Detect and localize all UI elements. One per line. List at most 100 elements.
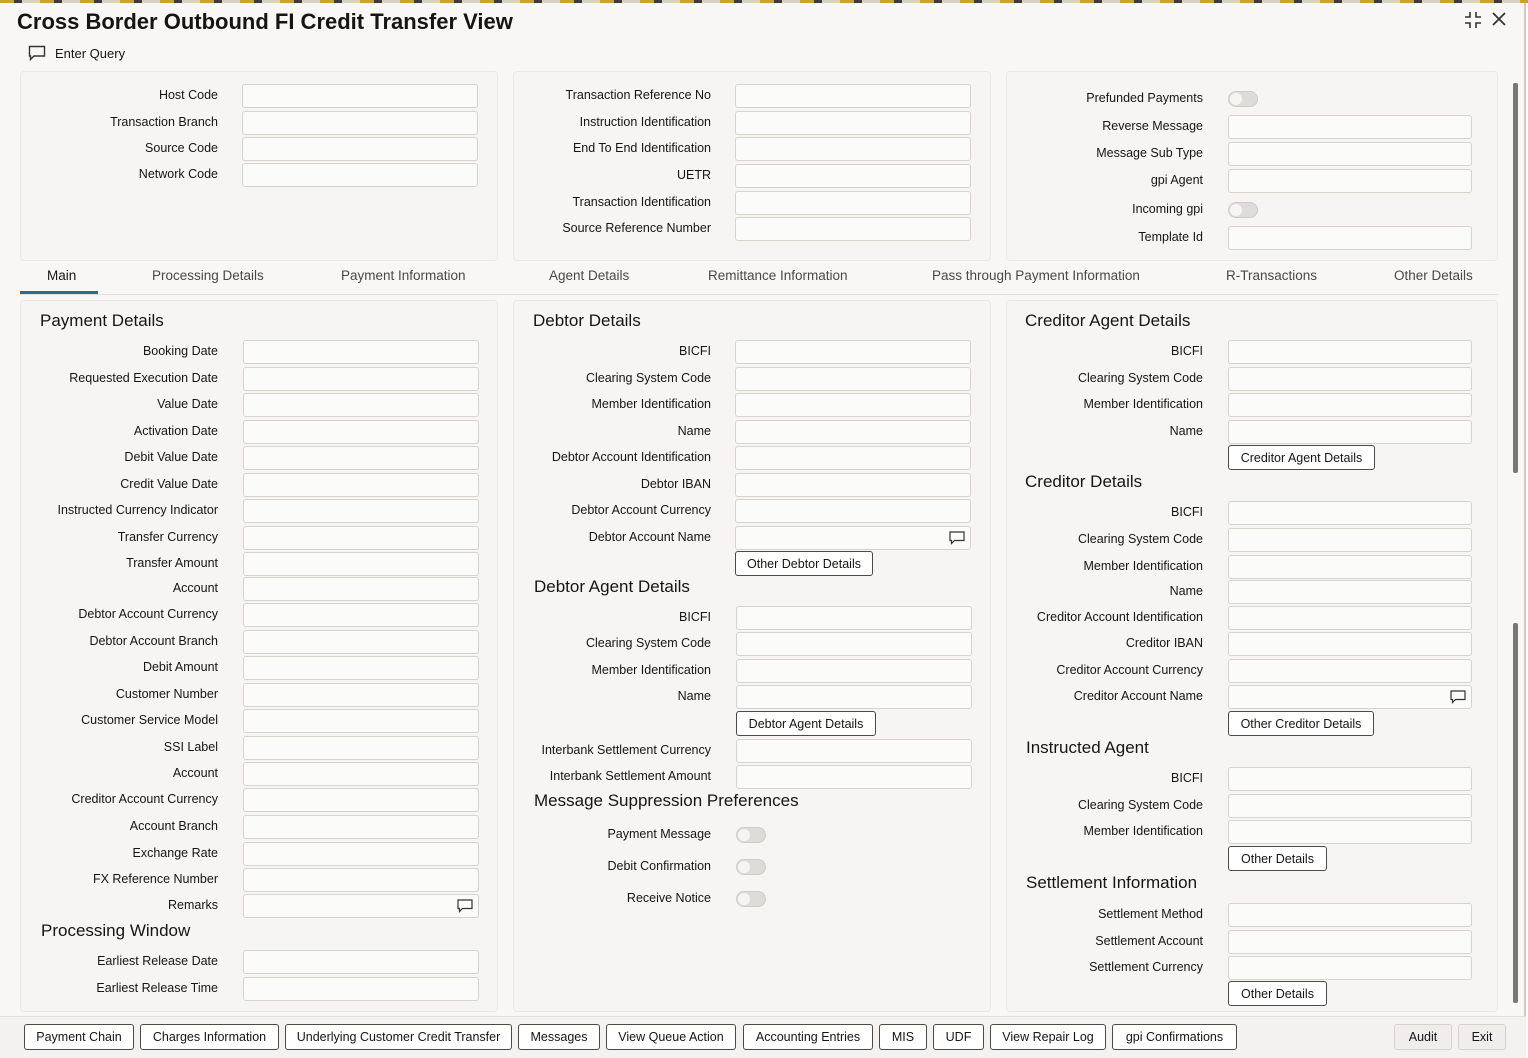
source-reference-number-input[interactable] xyxy=(735,217,971,241)
view-queue-action-button[interactable]: View Queue Action xyxy=(606,1024,736,1050)
customer-number-input[interactable] xyxy=(243,683,479,707)
bicfi-input[interactable] xyxy=(1228,501,1472,525)
ssi-label-input[interactable] xyxy=(243,736,479,760)
scrollbar-thumb[interactable] xyxy=(1513,83,1518,473)
transfer-currency-input[interactable] xyxy=(243,526,479,550)
payment-message-toggle[interactable] xyxy=(736,827,766,843)
bicfi-input[interactable] xyxy=(1228,340,1472,364)
reverse-message-input[interactable] xyxy=(1228,115,1472,139)
debit-value-date-input[interactable] xyxy=(243,446,479,470)
view-repair-log-button[interactable]: View Repair Log xyxy=(990,1024,1106,1050)
creditor-account-currency-input[interactable] xyxy=(1228,659,1472,683)
close-icon[interactable] xyxy=(1488,10,1510,32)
transaction-branch-input[interactable] xyxy=(242,111,478,135)
fx-reference-number-input[interactable] xyxy=(243,868,479,892)
booking-date-input[interactable] xyxy=(243,340,479,364)
maximize-icon[interactable] xyxy=(1462,10,1484,32)
comment-icon[interactable] xyxy=(949,531,965,545)
bicfi-input[interactable] xyxy=(735,340,971,364)
network-code-input[interactable] xyxy=(242,163,478,187)
bicfi-input[interactable] xyxy=(1228,767,1472,791)
member-identification-input[interactable] xyxy=(1228,555,1472,579)
payment-chain-button[interactable]: Payment Chain xyxy=(24,1024,134,1050)
prefunded-payments-toggle[interactable] xyxy=(1228,91,1258,107)
gpi-agent-input[interactable] xyxy=(1228,169,1472,193)
name-input[interactable] xyxy=(736,685,972,709)
uetr-input[interactable] xyxy=(735,164,971,188)
name-input[interactable] xyxy=(1228,420,1472,444)
settlement-currency-input[interactable] xyxy=(1228,956,1472,980)
account-branch-input[interactable] xyxy=(243,815,479,839)
account-input[interactable] xyxy=(243,577,479,601)
member-identification-input[interactable] xyxy=(1228,820,1472,844)
clearing-system-code-input[interactable] xyxy=(1228,367,1472,391)
interbank-settlement-amount-input[interactable] xyxy=(736,765,972,789)
debtor-iban-input[interactable] xyxy=(735,473,971,497)
member-identification-input[interactable] xyxy=(735,393,971,417)
end-to-end-identification-input[interactable] xyxy=(735,137,971,161)
requested-execution-date-input[interactable] xyxy=(243,367,479,391)
earliest-release-time-input[interactable] xyxy=(243,977,479,1001)
debtor-account-identification-input[interactable] xyxy=(735,446,971,470)
creditor-account-name-input[interactable] xyxy=(1228,685,1472,709)
instructed-currency-indicator-input[interactable] xyxy=(243,499,479,523)
tab-payment-information[interactable]: Payment Information xyxy=(341,268,466,283)
instructed-agent-other-details-button[interactable]: Other Details xyxy=(1228,846,1327,871)
exchange-rate-input[interactable] xyxy=(243,842,479,866)
settlement-method-input[interactable] xyxy=(1228,903,1472,927)
name-input[interactable] xyxy=(1228,580,1472,604)
transfer-amount-input[interactable] xyxy=(243,552,479,576)
transaction-identification-input[interactable] xyxy=(735,191,971,215)
transaction-reference-no-input[interactable] xyxy=(735,84,971,108)
exit-button[interactable]: Exit xyxy=(1458,1024,1506,1050)
bicfi-input[interactable] xyxy=(736,606,972,630)
creditor-agent-details-button[interactable]: Creditor Agent Details xyxy=(1228,445,1375,470)
enter-query-button[interactable]: Enter Query xyxy=(28,43,125,63)
host-code-input[interactable] xyxy=(242,84,478,108)
tab-agent-details[interactable]: Agent Details xyxy=(549,268,629,283)
customer-service-model-input[interactable] xyxy=(243,709,479,733)
comment-icon[interactable] xyxy=(1450,690,1466,704)
comment-icon[interactable] xyxy=(457,899,473,913)
debtor-account-name-input[interactable] xyxy=(735,526,971,550)
debtor-account-branch-input[interactable] xyxy=(243,630,479,654)
debit-confirmation-toggle[interactable] xyxy=(736,859,766,875)
member-identification-input[interactable] xyxy=(1228,393,1472,417)
messages-button[interactable]: Messages xyxy=(518,1024,600,1050)
clearing-system-code-input[interactable] xyxy=(1228,528,1472,552)
debtor-agent-details-button[interactable]: Debtor Agent Details xyxy=(736,711,876,736)
tab-remittance-information[interactable]: Remittance Information xyxy=(708,268,848,283)
activation-date-input[interactable] xyxy=(243,420,479,444)
accounting-entries-button[interactable]: Accounting Entries xyxy=(743,1024,873,1050)
value-date-input[interactable] xyxy=(243,393,479,417)
clearing-system-code-input[interactable] xyxy=(736,632,972,656)
underlying-customer-credit-transfer-button[interactable]: Underlying Customer Credit Transfer xyxy=(285,1024,512,1050)
other-creditor-details-button[interactable]: Other Creditor Details xyxy=(1228,711,1374,736)
udf-button[interactable]: UDF xyxy=(933,1024,984,1050)
creditor-account-currency-input[interactable] xyxy=(243,788,479,812)
instruction-identification-input[interactable] xyxy=(735,111,971,135)
clearing-system-code-input[interactable] xyxy=(735,367,971,391)
source-code-input[interactable] xyxy=(242,137,478,161)
template-id-input[interactable] xyxy=(1228,226,1472,250)
creditor-iban-input[interactable] xyxy=(1228,632,1472,656)
settlement-account-input[interactable] xyxy=(1228,930,1472,954)
member-identification-input[interactable] xyxy=(736,659,972,683)
earliest-release-date-input[interactable] xyxy=(243,950,479,974)
vertical-scrollbar[interactable] xyxy=(1512,73,1520,1017)
name-input[interactable] xyxy=(735,420,971,444)
message-sub-type-input[interactable] xyxy=(1228,142,1472,166)
tab-other-details[interactable]: Other Details xyxy=(1394,268,1473,283)
receive-notice-toggle[interactable] xyxy=(736,891,766,907)
debit-amount-input[interactable] xyxy=(243,656,479,680)
incoming-gpi-toggle[interactable] xyxy=(1228,202,1258,218)
tab-main[interactable]: Main xyxy=(47,268,76,283)
creditor-account-identification-input[interactable] xyxy=(1228,606,1472,630)
clearing-system-code-input[interactable] xyxy=(1228,794,1472,818)
settlement-other-details-button[interactable]: Other Details xyxy=(1228,981,1327,1006)
remarks-input[interactable] xyxy=(243,894,479,918)
mis-button[interactable]: MIS xyxy=(879,1024,927,1050)
credit-value-date-input[interactable] xyxy=(243,473,479,497)
tab-r-transactions[interactable]: R-Transactions xyxy=(1226,268,1317,283)
other-debtor-details-button[interactable]: Other Debtor Details xyxy=(735,551,873,576)
